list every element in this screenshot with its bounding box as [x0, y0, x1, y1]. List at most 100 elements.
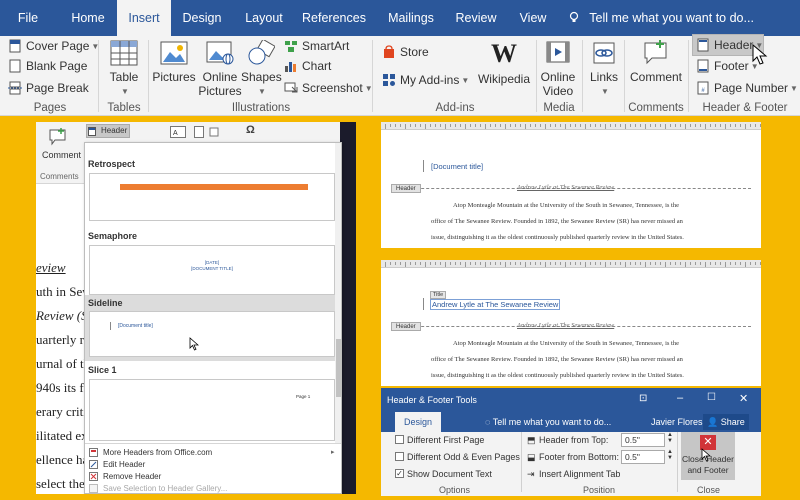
shapes-button[interactable]: Shapes ▼ [241, 40, 282, 99]
blank-page-button[interactable]: Blank Page [8, 56, 87, 76]
table-button[interactable]: Table ▼ [104, 40, 144, 99]
ruler-tick [675, 262, 676, 265]
document-title-field[interactable]: Andrew Lytle at The Sewanee Review [430, 299, 561, 310]
submenu-arrow-icon: ▸ [331, 449, 335, 456]
header-footer-tools-panel: Header & Footer Tools ⊡ – ☐ ✕ Design ◌ T… [381, 388, 761, 496]
ruler-tick [435, 262, 436, 265]
ruler-tick [440, 262, 441, 265]
ruler-tick [385, 124, 386, 129]
remove-header-icon [89, 472, 98, 481]
hft-tell-me[interactable]: ◌ Tell me what you want to do... [485, 417, 611, 427]
tab-references[interactable]: References [298, 0, 370, 36]
online-pictures-button[interactable]: Online Pictures [198, 40, 242, 98]
screenshot-button[interactable]: Screenshot ▼ [284, 78, 373, 98]
mini-comment-label[interactable]: Comment [42, 150, 81, 160]
tell-me-box[interactable]: Tell me what you want to do... [568, 0, 754, 36]
ruler-tick [500, 124, 501, 127]
different-first-page-label: Different First Page [407, 435, 485, 445]
footer-button[interactable]: Footer ▼ [696, 56, 759, 76]
different-odd-even-checkbox[interactable] [395, 452, 404, 461]
ruler-tick [720, 262, 721, 265]
page-break-button[interactable]: Page Break [8, 78, 89, 98]
tab-view[interactable]: View [510, 0, 556, 36]
chart-button[interactable]: Chart [284, 56, 331, 76]
ruler-tick [615, 124, 616, 127]
ruler-tick [425, 262, 426, 267]
ribbon-display-options-icon[interactable]: ⊡ [639, 393, 647, 404]
ruler-tick [465, 262, 466, 267]
left-screenshot-panel: Comment Comments Header ▾ A Ω eview uth … [36, 122, 356, 494]
pictures-icon [160, 41, 188, 65]
ruler-tick [660, 124, 661, 127]
doc-text-line: eview [36, 260, 66, 275]
smartart-button[interactable]: SmartArt [284, 36, 349, 56]
header-option-slice[interactable]: Page 1 [89, 379, 335, 441]
wikipedia-button[interactable]: W Wikipedia [476, 40, 532, 87]
header-option-semaphore[interactable]: [DATE] [DOCUMENT TITLE] [89, 245, 335, 295]
ruler-tick [485, 262, 486, 267]
sideline-doc-title: [Document title] [118, 323, 153, 329]
minimize-icon[interactable]: – [677, 392, 683, 404]
ruler-tick [400, 262, 401, 265]
group-separator [372, 40, 373, 112]
gallery-title-slice: Slice 1 [88, 365, 117, 375]
doc-title-line: Andrew Lytle at The Sewanee Review [517, 184, 615, 191]
ruler-tick [470, 124, 471, 127]
document-title-field[interactable]: [Document title] [431, 162, 483, 171]
ribbon-insert: Cover Page ▼ Blank Page Page Break Pages … [0, 34, 800, 116]
remove-header-item[interactable]: Remove Header [89, 472, 161, 481]
footer-from-bottom-input[interactable]: 0.5" [621, 450, 665, 464]
store-button[interactable]: Store [382, 42, 429, 62]
gallery-scrollbar[interactable] [335, 143, 341, 443]
group-label-comments: Comments [628, 102, 684, 114]
footer-position-icon: ⬓ [527, 452, 536, 462]
page-number-button[interactable]: # Page Number ▼ [696, 78, 798, 98]
close-window-icon[interactable]: ✕ [739, 392, 748, 405]
tab-design[interactable]: Design [174, 0, 230, 36]
ruler-tick [385, 262, 386, 267]
spinner-arrows-icon[interactable]: ▲ ▼ [667, 449, 673, 461]
ruler-tick [685, 124, 686, 129]
ruler-tick [640, 124, 641, 127]
header-option-sideline[interactable]: [Document title] [89, 311, 335, 357]
user-name[interactable]: Javier Flores [651, 417, 703, 427]
tab-mailings[interactable]: Mailings [380, 0, 442, 36]
tab-review[interactable]: Review [450, 0, 502, 36]
ruler-tick [550, 124, 551, 127]
links-button[interactable]: Links ▼ [586, 40, 622, 99]
header-from-top-input[interactable]: 0.5" [621, 433, 665, 447]
different-first-page-checkbox[interactable] [395, 435, 404, 444]
tab-insert[interactable]: Insert [117, 0, 171, 36]
comment-button[interactable]: Comment [628, 40, 684, 84]
ruler-tick [645, 262, 646, 267]
ruler-tick [590, 262, 591, 265]
ruler-tick [530, 124, 531, 127]
ruler-tick [405, 262, 406, 267]
show-document-text-checkbox[interactable]: ✓ [395, 469, 404, 478]
tab-home[interactable]: Home [60, 0, 116, 36]
tab-layout[interactable]: Layout [236, 0, 292, 36]
edit-header-item[interactable]: Edit Header [89, 460, 145, 469]
ruler-tick [535, 262, 536, 265]
title-control-tag: Title [430, 291, 447, 299]
tab-file[interactable]: File [6, 0, 50, 36]
comment-icon [644, 40, 667, 65]
header-option-retrospect[interactable] [89, 173, 335, 221]
ruler-tick [680, 262, 681, 265]
ruler-tick [655, 124, 656, 127]
gallery-scroll-thumb[interactable] [336, 339, 341, 397]
spinner-arrows-icon[interactable]: ▲ ▼ [667, 432, 673, 444]
pictures-button[interactable]: Pictures [152, 40, 196, 84]
online-video-button[interactable]: Online Video [538, 40, 578, 98]
cover-page-button[interactable]: Cover Page ▼ [8, 36, 99, 56]
ruler-tick [715, 262, 716, 265]
share-button[interactable]: 👤 Share [703, 414, 749, 430]
tab-design[interactable]: Design [395, 412, 441, 432]
maximize-icon[interactable]: ☐ [707, 392, 716, 403]
ruler-tick [735, 124, 736, 127]
my-addins-button[interactable]: My Add-ins ▼ [382, 70, 469, 90]
insert-alignment-tab-button[interactable]: Insert Alignment Tab [539, 469, 620, 479]
more-headers-item[interactable]: More Headers from Office.com [89, 448, 212, 457]
hft-title: Header & Footer Tools [387, 395, 477, 405]
ruler-tick [525, 262, 526, 267]
